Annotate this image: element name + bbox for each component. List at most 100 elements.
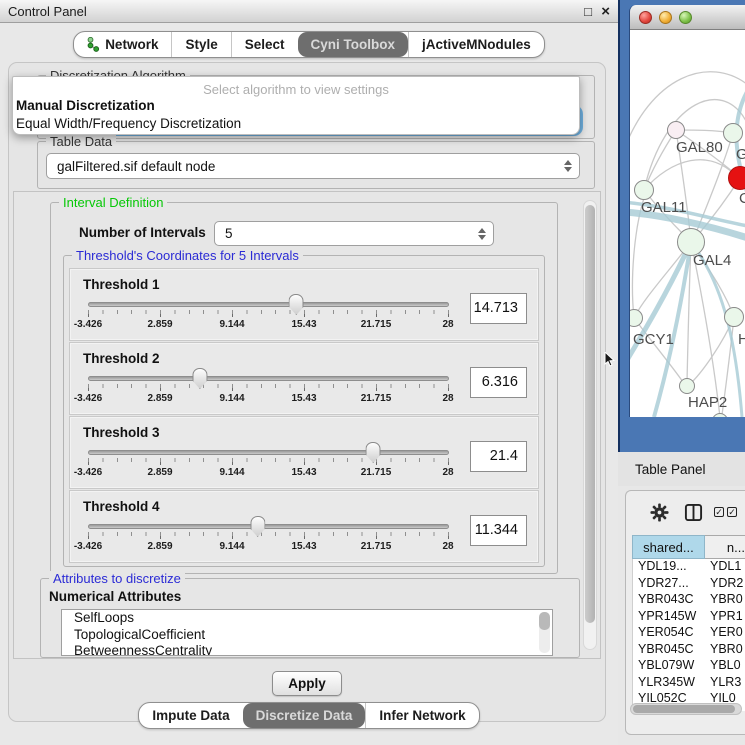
network-icon — [87, 37, 100, 52]
threshold-4-slider[interactable]: -3.4262.8599.14415.4321.71528 — [88, 519, 449, 561]
top-tab-bar: Network Style Select Cyni Toolbox jActiv… — [0, 31, 618, 58]
list-scrollbar[interactable] — [539, 612, 550, 653]
tab-select[interactable]: Select — [231, 32, 298, 57]
node-label: G — [736, 146, 745, 163]
attributes-group-title: Attributes to discretize — [49, 571, 185, 586]
network-node[interactable] — [723, 123, 743, 143]
network-view-window: GAL80 G C GAL11 GAL4 GCY1 H HAP2 — [629, 5, 745, 417]
table-data-combobox[interactable]: galFiltered.sif default node — [46, 153, 580, 179]
number-of-intervals-label: Number of Intervals — [79, 225, 206, 240]
table-panel: ✓ ✓ shared... n... YDL19...YDL1 YDR27...… — [625, 490, 745, 735]
interval-definition-group-title: Interval Definition — [59, 195, 167, 210]
threshold-1-slider[interactable]: -3.4262.8599.14415.4321.71528 — [88, 297, 449, 339]
tab-infer-network[interactable]: Infer Network — [365, 703, 478, 728]
checkbox-filter-icons[interactable]: ✓ ✓ — [714, 507, 737, 517]
tab-network[interactable]: Network — [74, 32, 171, 57]
tab-style[interactable]: Style — [171, 32, 230, 57]
table-row[interactable]: YBR045CYBR0 — [633, 642, 745, 659]
right-column: GAL80 G C GAL11 GAL4 GCY1 H HAP2 Table P… — [618, 0, 745, 745]
number-of-intervals-combobox[interactable]: 5 — [214, 221, 494, 246]
algorithm-dropdown-popup: Select algorithm to view settings Manual… — [12, 76, 580, 135]
threshold-3-value-field[interactable]: 21.4 — [470, 441, 527, 472]
slider-minor-ticks — [88, 384, 450, 388]
table-row[interactable]: YER054CYER0 — [633, 625, 745, 642]
columns-icon[interactable] — [684, 503, 703, 522]
network-node[interactable] — [679, 378, 695, 394]
popup-item-manual-discretization[interactable]: Manual Discretization — [13, 97, 579, 115]
threshold-2-box: Threshold 2 -3.4262.8599.14415.4321.7152… — [69, 342, 539, 415]
network-canvas[interactable]: GAL80 G C GAL11 GAL4 GCY1 H HAP2 — [630, 30, 745, 417]
column-header-name[interactable]: n... — [705, 535, 745, 559]
network-node-selected[interactable] — [728, 166, 745, 190]
threshold-3-box: Threshold 3 -3.4262.8599.14415.4321.7152… — [69, 416, 539, 489]
close-traffic-light-icon[interactable] — [639, 11, 652, 24]
threshold-4-label: Threshold 4 — [83, 499, 160, 514]
threshold-2-value-field[interactable]: 6.316 — [470, 367, 527, 398]
table-row[interactable]: YPR145WYPR1 — [633, 609, 745, 626]
slider-track[interactable] — [88, 450, 449, 455]
threshold-coordinates-group: Threshold's Coordinates for 5 Intervals … — [63, 255, 545, 567]
table-panel-header: Table Panel — [618, 452, 745, 486]
settings-vertical-scrollbar[interactable] — [583, 200, 597, 650]
table-row[interactable]: YBR043CYBR0 — [633, 592, 745, 609]
checked-checkbox-icon[interactable]: ✓ — [714, 507, 724, 517]
threshold-1-label: Threshold 1 — [83, 277, 160, 292]
table-body: YDL19...YDL1 YDR27...YDR2 YBR043CYBR0 YP… — [632, 559, 745, 711]
gear-icon[interactable] — [650, 503, 669, 522]
cyni-toolbox-panel: Discretization Algorithm Table Data galF… — [8, 62, 606, 722]
popup-item-equal-width-frequency[interactable]: Equal Width/Frequency Discretization — [13, 115, 579, 133]
list-item[interactable]: TopologicalCoefficient — [62, 627, 552, 644]
mouse-cursor — [604, 352, 615, 367]
threshold-4-box: Threshold 4 -3.4262.8599.14415.4321.7152… — [69, 490, 539, 563]
column-header-shared-name[interactable]: shared... — [632, 535, 705, 559]
minimize-traffic-light-icon[interactable] — [659, 11, 672, 24]
close-window-icon[interactable]: × — [601, 0, 610, 22]
interval-definition-group: Interval Definition Number of Intervals … — [50, 202, 558, 574]
table-row[interactable]: YBL079WYBL0 — [633, 658, 745, 675]
threshold-3-slider[interactable]: -3.4262.8599.14415.4321.71528 — [88, 445, 449, 487]
table-row[interactable]: YDR27...YDR2 — [633, 576, 745, 593]
popup-hint: Select algorithm to view settings — [13, 77, 579, 97]
slider-track[interactable] — [88, 302, 449, 307]
network-node[interactable] — [667, 121, 685, 139]
table-data-group: Table Data galFiltered.sif default node — [37, 141, 595, 189]
zoom-traffic-light-icon[interactable] — [679, 11, 692, 24]
threshold-2-slider[interactable]: -3.4262.8599.14415.4321.71528 — [88, 371, 449, 413]
tab-discretize-data[interactable]: Discretize Data — [243, 703, 366, 728]
network-edges — [630, 30, 745, 417]
bottom-tab-bar: Impute Data Discretize Data Infer Networ… — [0, 702, 618, 729]
table-header-row: shared... n... — [632, 535, 745, 559]
tab-cyni-toolbox[interactable]: Cyni Toolbox — [298, 32, 409, 57]
tab-impute-data[interactable]: Impute Data — [139, 703, 242, 728]
node-table: shared... n... YDL19...YDL1 YDR27...YDR2… — [632, 535, 745, 711]
tab-jactivemnodules[interactable]: jActiveMNodules — [408, 32, 544, 57]
threshold-3-label: Threshold 3 — [83, 425, 160, 440]
slider-track[interactable] — [88, 376, 449, 381]
numerical-attributes-list[interactable]: SelfLoops TopologicalCoefficient Between… — [61, 609, 553, 656]
network-window-titlebar[interactable] — [630, 5, 745, 30]
list-item[interactable]: BetweennessCentrality — [62, 643, 552, 656]
window-title: Control Panel — [0, 4, 87, 19]
threshold-1-value-field[interactable]: 14.713 — [470, 293, 527, 324]
table-horizontal-scrollbar[interactable] — [630, 703, 742, 715]
list-item[interactable]: SelfLoops — [62, 610, 552, 627]
threshold-4-value-field[interactable]: 11.344 — [470, 515, 527, 546]
table-row[interactable]: YDL19...YDL1 — [633, 559, 745, 576]
attributes-to-discretize-group: Attributes to discretize Numerical Attri… — [40, 578, 580, 658]
table-row[interactable]: YLR345WYLR3 — [633, 675, 745, 692]
network-node[interactable] — [634, 180, 654, 200]
network-node[interactable] — [724, 307, 744, 327]
checked-checkbox-icon[interactable]: ✓ — [727, 507, 737, 517]
table-data-combobox-value: galFiltered.sif default node — [57, 159, 215, 174]
slider-track[interactable] — [88, 524, 449, 529]
combobox-spinner-icon — [564, 160, 572, 172]
table-data-group-title: Table Data — [46, 134, 116, 149]
threshold-1-box: Threshold 1 -3.4262.8599.14415.4321.7152… — [69, 268, 539, 341]
settings-scroll-area: Interval Definition Number of Intervals … — [13, 191, 601, 659]
threshold-stack: Threshold 1 -3.4262.8599.14415.4321.7152… — [69, 268, 539, 563]
slider-minor-ticks — [88, 310, 450, 314]
node-label: GCY1 — [633, 331, 674, 348]
float-window-icon[interactable]: □ — [584, 0, 592, 22]
apply-button[interactable]: Apply — [272, 671, 342, 696]
node-label: GAL4 — [693, 252, 731, 269]
